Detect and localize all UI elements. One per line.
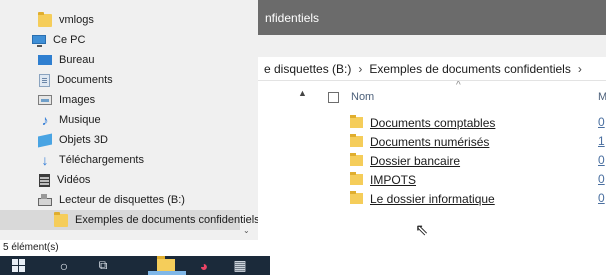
file-date: 1 <box>598 134 605 148</box>
navigation-pane: vmlogs Ce PC Bureau Documents Images ♪ M… <box>0 0 258 240</box>
ribbon-strip <box>258 35 606 57</box>
nav-item-label: vmlogs <box>59 14 94 26</box>
nav-item-bureau[interactable]: Bureau <box>0 50 240 70</box>
active-app-indicator <box>148 271 186 275</box>
window-title-bar[interactable]: nfidentiels <box>258 0 606 35</box>
nav-item-label: Vidéos <box>57 174 91 186</box>
task-view-icon[interactable]: ⧉ <box>92 256 114 275</box>
floppy-drive-icon <box>38 193 52 206</box>
search-icon[interactable]: ○ <box>54 256 74 275</box>
nav-item-musique[interactable]: ♪ Musique <box>0 110 240 130</box>
mouse-cursor-icon: ⇖ <box>415 222 429 239</box>
file-list: ▲ Nom ^ M Documents comptables 0 Documen… <box>258 81 606 240</box>
folder-icon <box>350 115 363 128</box>
objects-3d-icon <box>38 133 52 147</box>
nav-item-label: Exemples de documents confidentiels <box>75 214 258 226</box>
nav-item-objets-3d[interactable]: Objets 3D <box>0 130 240 150</box>
file-date: 0 <box>598 172 605 186</box>
file-name[interactable]: IMPOTS <box>370 173 416 187</box>
breadcrumb-separator-icon[interactable]: › <box>578 62 582 76</box>
nav-item-label: Musique <box>59 114 101 126</box>
window-title: nfidentiels <box>265 10 320 25</box>
nav-item-label: Ce PC <box>53 34 86 46</box>
file-name[interactable]: Documents numérisés <box>370 135 489 149</box>
nav-item-label: Images <box>59 94 96 106</box>
item-count: 5 élément(s) <box>3 242 59 253</box>
paint-app-icon[interactable]: ◕ <box>192 256 216 275</box>
folder-icon <box>54 211 68 227</box>
start-button[interactable] <box>8 256 28 275</box>
nav-item-videos[interactable]: Vidéos <box>0 170 240 190</box>
nav-item-label: Téléchargements <box>59 154 144 166</box>
music-icon: ♪ <box>41 111 49 128</box>
column-header-name[interactable]: Nom <box>351 91 374 103</box>
folder-icon <box>350 191 363 204</box>
breadcrumb-separator-icon[interactable]: › <box>358 62 362 76</box>
column-header-modified[interactable]: M <box>598 91 606 103</box>
breadcrumb-segment[interactable]: Exemples de documents confidentiels <box>369 62 570 76</box>
list-item[interactable]: Documents numérisés 1 <box>350 133 605 150</box>
nav-item-label: Documents <box>57 74 113 86</box>
file-name[interactable]: Dossier bancaire <box>370 154 460 168</box>
windows-logo-icon <box>11 259 25 272</box>
file-date: 0 <box>598 153 605 167</box>
nav-item-exemples-confidentiels[interactable]: Exemples de documents confidentiels <box>0 210 258 230</box>
scroll-down-chevron-icon[interactable]: ⌄ <box>243 226 250 235</box>
desktop-icon <box>38 55 52 65</box>
file-date: 0 <box>598 191 605 205</box>
nav-item-ce-pc[interactable]: Ce PC <box>0 30 240 50</box>
documents-icon <box>39 73 50 87</box>
nav-item-images[interactable]: Images <box>0 90 240 110</box>
list-item[interactable]: Dossier bancaire 0 <box>350 152 605 169</box>
nav-item-documents[interactable]: Documents <box>0 70 240 90</box>
scroll-up-chevron-icon[interactable]: ▲ <box>298 88 307 98</box>
address-bar[interactable]: e disquettes (B:) › Exemples de document… <box>258 57 606 81</box>
select-all-checkbox[interactable] <box>328 91 339 103</box>
pc-icon <box>32 34 46 47</box>
nav-item-label: Objets 3D <box>59 134 108 146</box>
file-name[interactable]: Documents comptables <box>370 116 495 130</box>
list-item[interactable]: Documents comptables 0 <box>350 114 605 131</box>
folder-icon <box>350 153 363 166</box>
breadcrumb-segment[interactable]: e disquettes (B:) <box>264 62 351 76</box>
nav-item-floppy-drive[interactable]: Lecteur de disquettes (B:) <box>0 190 240 210</box>
folder-icon <box>38 11 52 27</box>
calculator-icon[interactable]: ▦ <box>228 256 252 275</box>
nav-item-telechargements[interactable]: ↓ Téléchargements <box>0 150 240 170</box>
list-item[interactable]: IMPOTS 0 <box>350 171 605 188</box>
nav-item-label: Bureau <box>59 54 95 66</box>
file-date: 0 <box>598 115 605 129</box>
download-icon: ↓ <box>41 151 49 168</box>
sort-ascending-icon: ^ <box>456 81 461 91</box>
status-bar: 5 élément(s) <box>0 240 606 256</box>
images-icon <box>38 95 52 105</box>
folder-icon <box>350 134 363 147</box>
nav-item-label: Lecteur de disquettes (B:) <box>59 194 185 206</box>
list-item[interactable]: Le dossier informatique 0 <box>350 190 605 207</box>
column-header-row: Nom <box>328 89 374 105</box>
taskbar: ○ ⧉ ◕ ▦ <box>0 256 270 275</box>
video-icon <box>39 173 50 187</box>
folder-icon <box>350 172 363 185</box>
nav-item-vmlogs[interactable]: vmlogs <box>0 10 240 30</box>
file-name[interactable]: Le dossier informatique <box>370 192 495 206</box>
